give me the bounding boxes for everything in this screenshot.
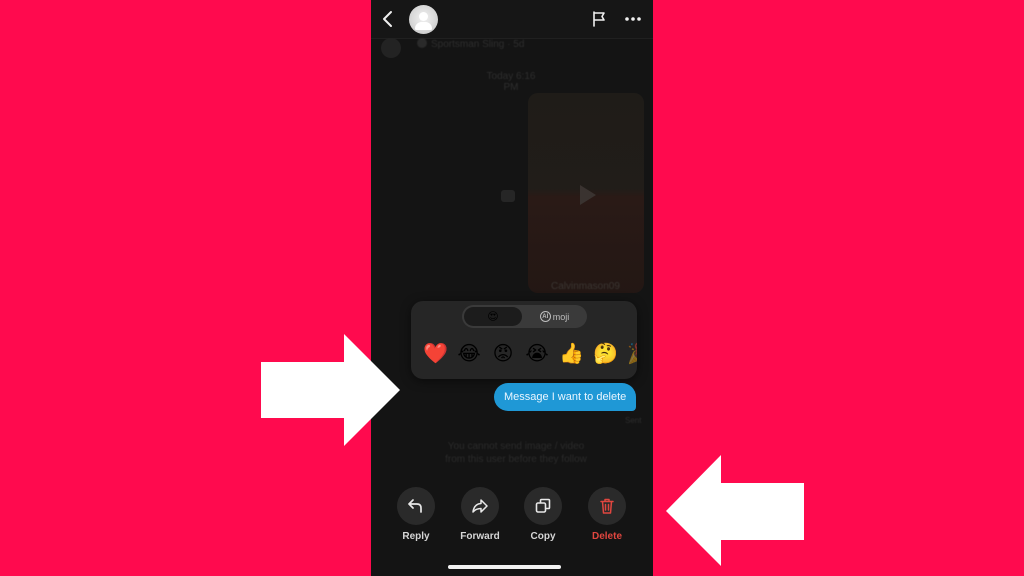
more-options-icon[interactable] — [623, 10, 643, 28]
reaction-laughing[interactable]: 😂 — [457, 339, 481, 369]
forward-button[interactable]: Forward — [450, 487, 510, 542]
system-notice-line-1: You cannot send image / video — [447, 441, 585, 452]
reply-icon — [408, 499, 422, 513]
reaction-crying[interactable]: 😭 — [525, 339, 549, 369]
video-message-card — [528, 93, 644, 293]
trash-icon — [600, 498, 614, 514]
message-action-bar: Reply Forward Copy Delete — [371, 487, 653, 547]
reply-button-circle — [397, 487, 435, 525]
forward-icon — [472, 499, 488, 513]
video-caption: Calvinmason09 — [551, 281, 620, 292]
system-notice: You cannot send image / video from this … — [431, 440, 601, 466]
phone-screen: Sportsman Sling · 5d Today 6:16 PM Calvi… — [371, 0, 653, 576]
reaction-thumbs-up[interactable]: 👍 — [559, 339, 584, 369]
reaction-panel: 😍 AI moji ❤️ 😂 😡 😭 👍 🤔 🎉 — [411, 301, 637, 379]
forward-label: Forward — [460, 531, 500, 542]
date-separator: Today 6:16 PM — [486, 71, 536, 93]
system-notice-line-2: from this user before they follow — [445, 454, 587, 465]
tab-emoji[interactable]: 😍 — [464, 307, 522, 326]
dim-sender-name: Sportsman Sling · 5d — [417, 38, 524, 50]
emoji-reaction-row: ❤️ 😂 😡 😭 👍 🤔 🎉 — [423, 339, 637, 369]
delete-button-circle — [588, 487, 626, 525]
tab-ai-moji[interactable]: AI moji — [524, 307, 585, 326]
tab-ai-moji-label: moji — [552, 311, 570, 322]
reaction-more[interactable]: 🎉 — [627, 339, 637, 369]
left-arrow-shape — [666, 455, 804, 566]
copy-icon — [535, 498, 551, 513]
message-bubble[interactable]: Message I want to delete — [494, 383, 637, 411]
dim-sender-avatar — [381, 38, 401, 58]
avatar-head — [419, 12, 428, 21]
message-status: Sent — [625, 416, 642, 425]
copy-label: Copy — [530, 531, 556, 542]
play-icon — [580, 185, 596, 205]
forward-button-circle — [461, 487, 499, 525]
flag-icon[interactable] — [591, 10, 609, 28]
chat-header — [371, 0, 653, 38]
right-arrow-shape — [261, 334, 400, 446]
ai-badge-icon: AI — [539, 311, 551, 322]
left-arrow-annotation — [666, 455, 804, 566]
contact-avatar[interactable] — [409, 5, 438, 34]
reply-button[interactable]: Reply — [386, 487, 446, 542]
delete-button[interactable]: Delete — [577, 487, 637, 542]
reaction-thinking[interactable]: 🤔 — [593, 339, 618, 369]
copy-button-circle — [524, 487, 562, 525]
delete-label: Delete — [591, 531, 622, 542]
avatar-body — [415, 22, 432, 30]
copy-button[interactable]: Copy — [513, 487, 573, 542]
dim-share-icon — [501, 190, 515, 202]
right-arrow-annotation — [261, 334, 400, 446]
reaction-angry[interactable]: 😡 — [491, 339, 515, 369]
reply-label: Reply — [402, 531, 430, 542]
reaction-mode-toggle: 😍 AI moji — [462, 305, 587, 328]
reaction-heart[interactable]: ❤️ — [423, 339, 448, 369]
back-chevron-icon[interactable] — [380, 9, 396, 29]
home-indicator — [448, 565, 561, 569]
